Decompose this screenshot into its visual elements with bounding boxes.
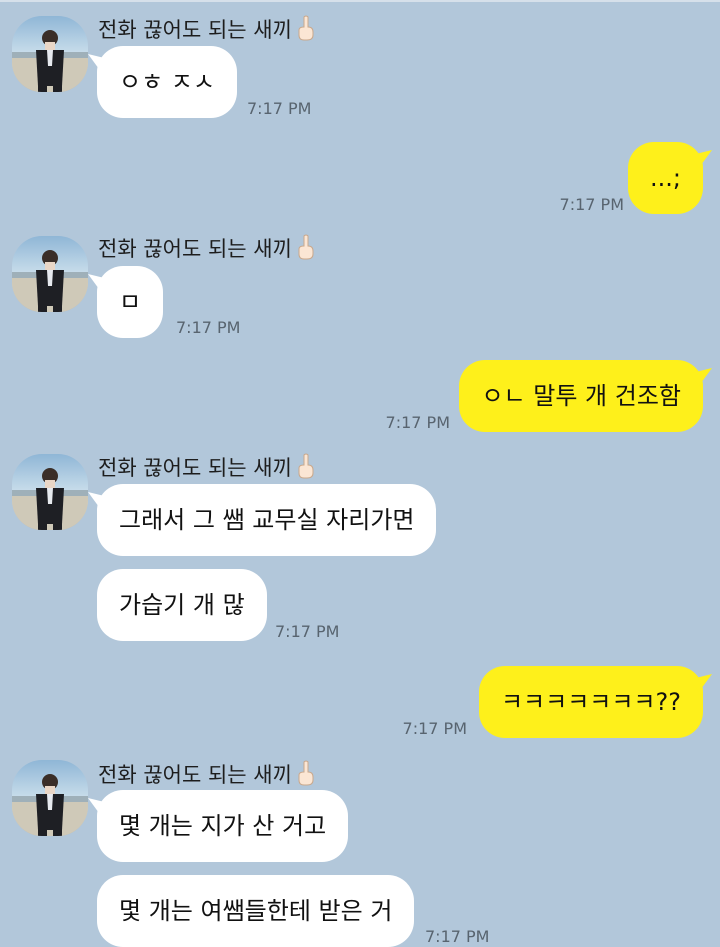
sender-avatar[interactable] <box>12 454 88 530</box>
message-timestamp: 7:17 PM <box>559 195 624 214</box>
sender-avatar[interactable] <box>12 760 88 836</box>
sender-name: 전화 끊어도 되는 새끼 <box>98 234 316 266</box>
outgoing-message-bubble[interactable]: ㅋㅋㅋㅋㅋㅋㅋ?? <box>478 666 703 738</box>
incoming-message-bubble[interactable]: 그래서 그 쌤 교무실 자리가면 <box>97 484 437 556</box>
outgoing-message-bubble[interactable]: ㅇㄴ 말투 개 건조함 <box>459 360 703 432</box>
middle-finger-hand-icon <box>296 453 316 485</box>
middle-finger-hand-icon <box>296 234 316 266</box>
incoming-message-bubble[interactable]: 몇 개는 여쌤들한테 받은 거 <box>97 875 415 947</box>
message-timestamp: 7:17 PM <box>425 927 490 946</box>
message-timestamp: 7:17 PM <box>385 413 450 432</box>
sender-name: 전화 끊어도 되는 새끼 <box>98 15 316 47</box>
message-timestamp: 7:17 PM <box>402 719 467 738</box>
sender-name: 전화 끊어도 되는 새끼 <box>98 453 316 485</box>
message-timestamp: 7:17 PM <box>176 318 241 337</box>
incoming-message-bubble[interactable]: 몇 개는 지가 산 거고 <box>97 790 349 862</box>
window-top-border <box>0 0 720 2</box>
sender-name: 전화 끊어도 되는 새끼 <box>98 760 316 792</box>
middle-finger-hand-icon <box>296 15 316 47</box>
sender-avatar[interactable] <box>12 16 88 92</box>
sender-avatar[interactable] <box>12 236 88 312</box>
incoming-message-bubble[interactable]: ㅇㅎ ㅈㅅ <box>97 46 237 118</box>
incoming-message-bubble[interactable]: 가습기 개 많 <box>97 569 267 641</box>
incoming-message-bubble[interactable]: ㅁ <box>97 266 164 338</box>
outgoing-message-bubble[interactable]: ...; <box>628 142 703 214</box>
message-timestamp: 7:17 PM <box>247 99 312 118</box>
message-timestamp: 7:17 PM <box>275 622 340 641</box>
middle-finger-hand-icon <box>296 760 316 792</box>
